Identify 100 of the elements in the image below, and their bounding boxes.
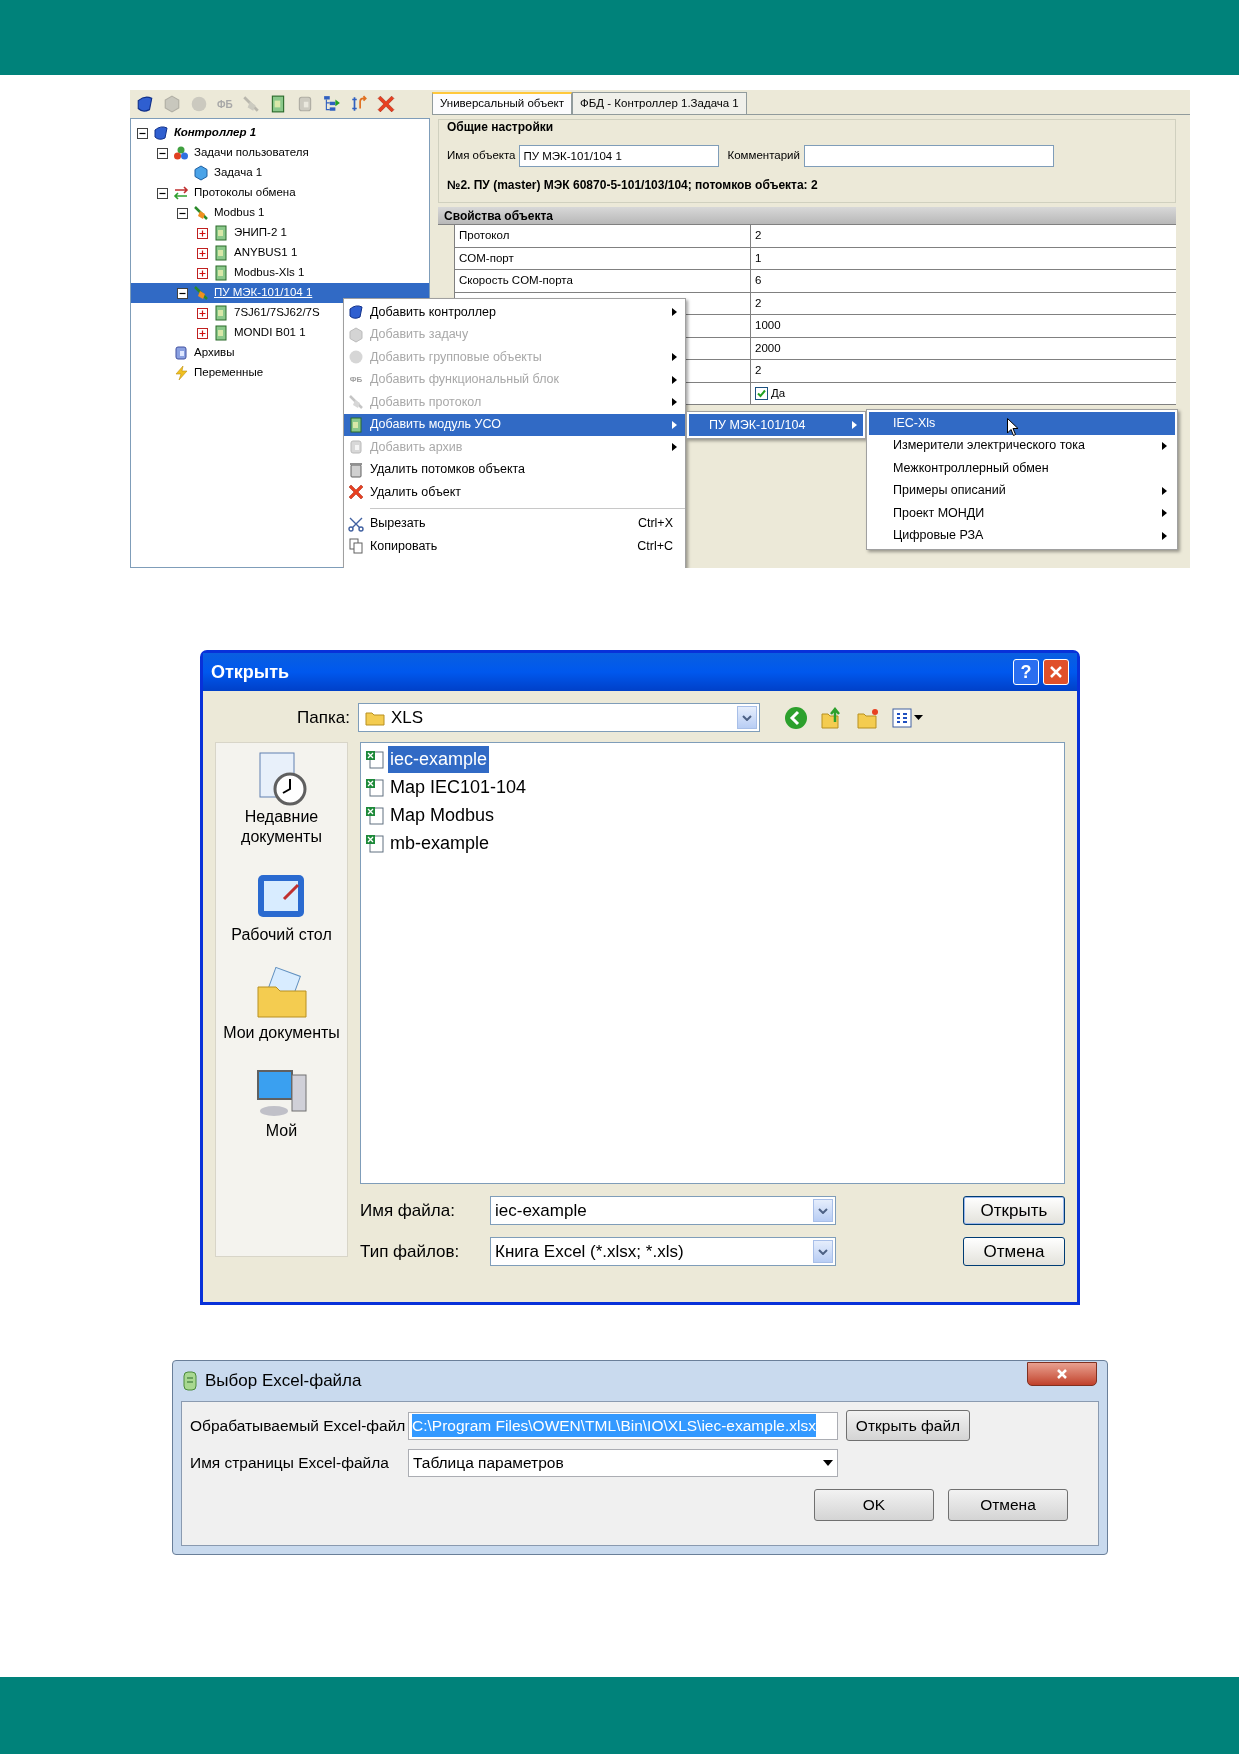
lightning-icon [173, 365, 189, 381]
spreadsheet-file-icon [365, 805, 385, 826]
menu-item[interactable]: Измерители электрического тока [869, 434, 1175, 457]
sheet-dropdown[interactable]: Таблица параметров [408, 1449, 838, 1477]
expand-icon[interactable] [197, 327, 208, 339]
module-icon [213, 225, 229, 241]
function-block-icon: ФБ [349, 373, 363, 386]
property-value: 2000 [755, 340, 781, 356]
module-icon [213, 325, 229, 341]
field-label: Комментарий [727, 148, 800, 164]
tab[interactable]: Универсальный объект [432, 92, 573, 114]
collapse-icon[interactable] [137, 127, 148, 139]
collapse-icon[interactable] [157, 187, 168, 199]
name-field[interactable]: ПУ МЭК-101/104 1 [519, 145, 720, 167]
menu-item[interactable]: Вырезать Ctrl+X [344, 512, 685, 535]
collapse-icon[interactable] [177, 207, 188, 219]
delete-icon[interactable] [376, 95, 395, 113]
file-item[interactable]: Map Modbus [365, 803, 1060, 828]
checkbox[interactable] [755, 386, 768, 400]
circle-icon [348, 349, 364, 366]
cancel-button[interactable]: Отмена [948, 1489, 1068, 1521]
menu-item[interactable]: Цифровые РЗА [869, 524, 1175, 547]
expand-icon[interactable] [197, 267, 208, 279]
menu-item[interactable]: Удалить потомков объекта [344, 458, 685, 481]
help-button[interactable]: ? [1013, 659, 1039, 685]
file-item[interactable]: mb-example [365, 831, 1060, 856]
dropdown-arrow-icon [823, 1460, 833, 1466]
menu-item[interactable]: IEC-Xls [869, 412, 1175, 435]
field-label: Тип файлов: [360, 1240, 461, 1263]
tree-item[interactable]: Контроллер 1 [131, 123, 429, 143]
spreadsheet-file-icon [365, 833, 385, 854]
module-icon [348, 416, 364, 433]
collapse-icon[interactable] [177, 287, 188, 299]
expand-icon[interactable] [197, 247, 208, 259]
shortcut: Ctrl+C [637, 537, 673, 555]
hexagon-icon [193, 165, 209, 181]
menu-item[interactable]: Добавить модуль УСО [344, 413, 685, 436]
open-button[interactable]: Открыть [963, 1196, 1065, 1225]
tree-item[interactable]: Modbus 1 [131, 203, 429, 223]
tree-item[interactable]: ПУ МЭК-101/104 1 [131, 283, 429, 303]
module-icon [213, 305, 229, 321]
shortcut: Ctrl+X [637, 515, 673, 533]
tab[interactable]: ФБД - Контроллер 1.Задача 1 [572, 92, 747, 114]
property-value: 2 [755, 363, 762, 379]
menu-item[interactable]: Межконтроллерный обмен [869, 457, 1175, 480]
field-label: Имя объекта [447, 148, 516, 164]
property-value: 1000 [755, 318, 781, 334]
plug-icon [193, 205, 209, 221]
property-name: Протокол [454, 225, 751, 247]
menu-item[interactable]: Примеры описаний [869, 479, 1175, 502]
file-item[interactable]: iec-example [365, 747, 1060, 772]
collapse-icon[interactable] [157, 147, 168, 159]
tree-item[interactable]: Протоколы обмена [131, 183, 429, 203]
property-value: 2 [755, 295, 762, 311]
cancel-button[interactable]: Отмена [963, 1237, 1065, 1266]
menu-item[interactable]: ПУ МЭК-101/104 [689, 414, 863, 436]
expand-icon[interactable] [197, 307, 208, 319]
comment-field[interactable] [803, 145, 1054, 167]
menu-item[interactable]: Копировать Ctrl+C [344, 535, 685, 558]
ok-button[interactable]: OK [814, 1489, 934, 1521]
dialog-title: Выбор Excel-файла [205, 1370, 363, 1393]
tree-item[interactable]: ЭНИП-2 1 [131, 223, 429, 243]
view-menu-icon[interactable] [891, 705, 924, 730]
module-icon [213, 265, 229, 281]
filetype-dropdown[interactable]: Книга Excel (*.xlsx; *.xls) [490, 1237, 836, 1266]
place-shortcut[interactable]: Рабочий стол [231, 869, 332, 945]
field-label: Обрабатываемый Excel-файл [190, 1415, 407, 1436]
place-shortcut[interactable]: Мой [253, 1065, 310, 1141]
plug-icon [348, 394, 364, 411]
device-icon[interactable] [136, 95, 154, 113]
spreadsheet-file-icon [365, 749, 385, 770]
module-icon [213, 245, 229, 261]
property-value: Да [771, 385, 786, 401]
expand-icon[interactable] [197, 227, 208, 239]
menu-item[interactable]: Проект МОНДИ [869, 502, 1175, 525]
file-item[interactable]: Map IEC101-104 [365, 775, 1060, 800]
sort-icon[interactable] [349, 95, 368, 113]
close-button[interactable] [1027, 1362, 1097, 1386]
folder-dropdown[interactable]: XLS [357, 703, 760, 732]
cubes-icon [173, 145, 189, 161]
copy-icon [348, 538, 364, 555]
tree-item[interactable]: Modbus-Xls 1 [131, 263, 429, 283]
filename-field[interactable]: iec-example [490, 1196, 836, 1225]
place-shortcut[interactable]: Мои документы [223, 967, 340, 1043]
tree-icon[interactable] [322, 95, 341, 113]
menu-item[interactable]: Удалить объект [344, 481, 685, 504]
tree-item[interactable]: Задачи пользователя [131, 143, 429, 163]
delete-icon [348, 484, 364, 501]
archive-icon [173, 345, 189, 361]
place-shortcut[interactable]: Недавние документы [216, 751, 347, 847]
tree-item[interactable]: Задача 1 [131, 163, 429, 183]
device-icon [153, 125, 169, 141]
folder-label: Папка: [297, 706, 350, 729]
back-icon[interactable] [783, 705, 808, 730]
property-value: 2 [755, 228, 762, 244]
open-file-button[interactable]: Открыть файл [846, 1410, 970, 1441]
app-icon [183, 1371, 197, 1391]
tree-item[interactable]: ANYBUS1 1 [131, 243, 429, 263]
menu-item[interactable]: Добавить контроллер [344, 301, 685, 324]
arrows-icon [173, 185, 189, 201]
